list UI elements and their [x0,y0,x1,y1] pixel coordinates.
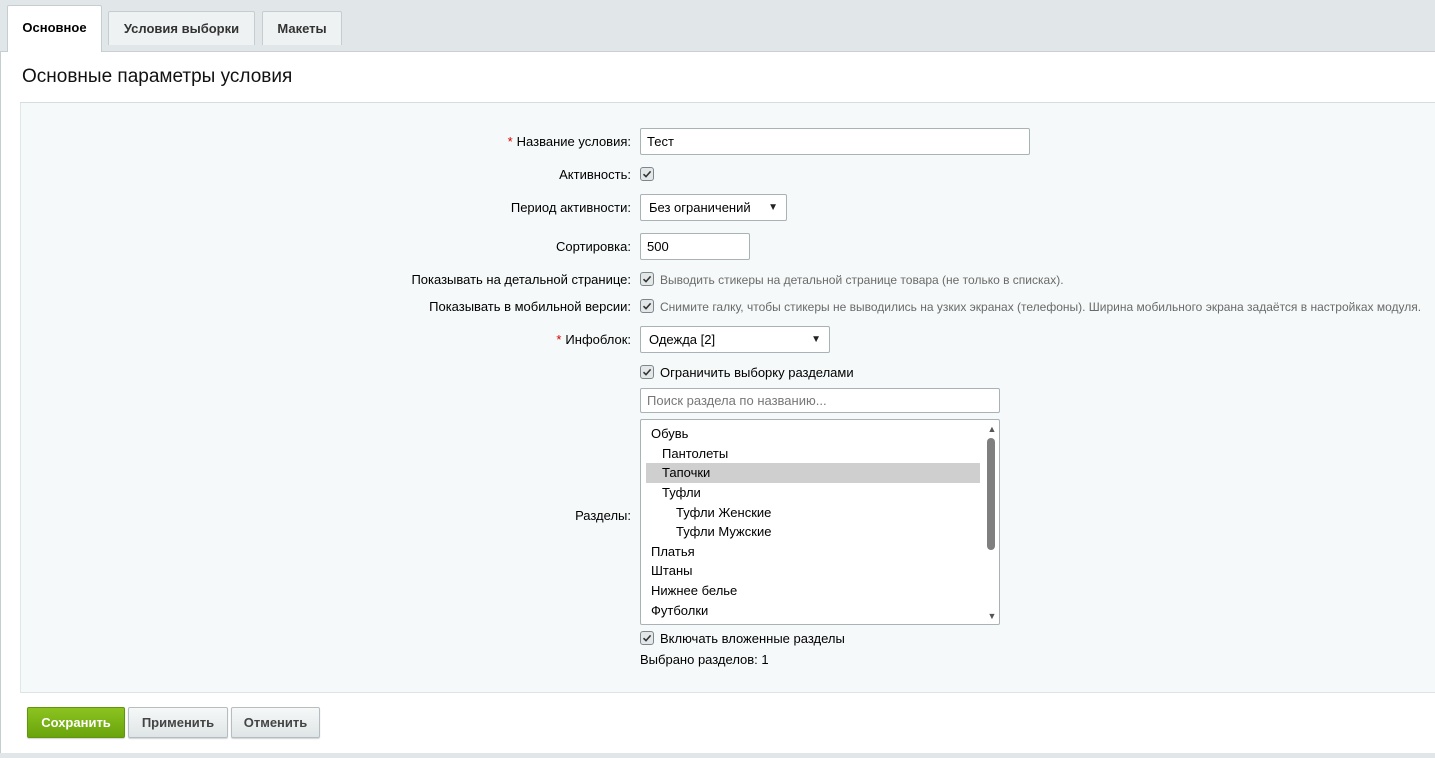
section-title: Основные параметры условия [22,66,293,87]
tab-selection-conditions[interactable]: Условия выборки [108,11,255,45]
detail-hint: Выводить стикеры на детальной странице т… [660,273,1064,287]
sort-label: Сортировка: [556,239,631,254]
section-search-input[interactable]: Поиск раздела по названию... [640,388,1000,413]
check-icon [642,634,652,642]
detail-checkbox[interactable] [640,272,654,286]
section-list-item[interactable]: Пантолеты [646,444,980,464]
active-label: Активность: [559,167,631,182]
mobile-hint: Снимите галку, чтобы стикеры не выводили… [660,300,1422,314]
chevron-down-icon: ▼ [811,334,821,345]
section-list-item[interactable]: Туфли Мужские [646,522,980,542]
tab-layouts[interactable]: Макеты [262,11,342,45]
check-icon [642,368,652,376]
detail-label: Показывать на детальной странице: [411,272,631,287]
footer-strip [0,753,1435,758]
apply-button[interactable]: Применить [128,707,228,738]
check-icon [642,275,652,283]
include-nested-checkbox[interactable] [640,631,654,645]
mobile-label: Показывать в мобильной версии: [429,299,631,314]
selected-count: Выбрано разделов: 1 [640,652,769,667]
tab-main[interactable]: Основное [7,5,102,53]
period-select-value: Без ограничений [649,200,751,215]
period-select[interactable]: Без ограничений ▼ [640,194,787,221]
restrict-sections-checkbox[interactable] [640,365,654,379]
check-icon [642,170,652,178]
tabs-bar: Основное Условия выборки Макеты [0,0,1435,53]
section-list-item[interactable]: Туфли Женские [646,502,980,522]
iblock-select[interactable]: Одежда [2] ▼ [640,326,830,353]
iblock-select-value: Одежда [2] [649,332,716,347]
sections-listbox[interactable]: Обувь Пантолеты Тапочки Туфли Туфли Женские Т… [640,419,1000,625]
iblock-label: * Инфоблок: [556,332,631,347]
chevron-down-icon: ▼ [768,202,778,213]
scroll-up-icon[interactable]: ▲ [986,424,998,434]
cancel-button[interactable]: Отменить [231,707,320,738]
name-label: * Название условия: [507,134,631,149]
section-list-item[interactable]: Нижнее белье [646,581,980,601]
name-input[interactable]: Тест [640,128,1030,155]
sort-input[interactable]: 500 [640,233,750,260]
check-icon [642,302,652,310]
section-list-item[interactable]: Туфли [646,483,980,503]
include-nested-label: Включать вложенные разделы [660,631,845,646]
section-list-item[interactable]: Платья [646,542,980,562]
section-list-item[interactable]: Тапочки [646,463,980,483]
scrollbar-thumb[interactable] [987,438,995,550]
save-button[interactable]: Сохранить [27,707,125,738]
scroll-down-icon[interactable]: ▼ [986,611,998,621]
section-list-item[interactable]: Штаны [646,561,980,581]
restrict-sections-label: Ограничить выборку разделами [660,365,854,380]
section-list-item[interactable]: Обувь [646,424,980,444]
sections-label: Разделы: [575,508,631,523]
mobile-checkbox[interactable] [640,299,654,313]
period-label: Период активности: [510,200,631,215]
section-list-item[interactable]: Футболки [646,600,980,620]
active-checkbox[interactable] [640,167,654,181]
